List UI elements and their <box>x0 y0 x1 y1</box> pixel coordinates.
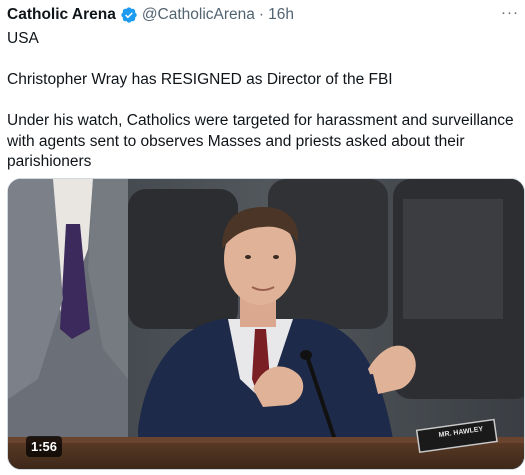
author-handle[interactable]: @CatholicArena <box>142 6 255 24</box>
author-name[interactable]: Catholic Arena <box>7 6 116 24</box>
tweet-text-line: Under his watch, Catholics were targeted… <box>7 112 514 170</box>
more-options-icon[interactable]: ··· <box>499 2 521 22</box>
tweet-text-line: Christopher Wray has RESIGNED as Directo… <box>7 71 393 88</box>
video-player[interactable]: MR. HAWLEY 1:56 <box>7 178 525 470</box>
tweet[interactable]: Catholic Arena @CatholicArena · 16h ··· … <box>0 0 525 475</box>
separator-dot: · <box>258 6 265 23</box>
tweet-header: Catholic Arena @CatholicArena · 16h <box>7 4 525 26</box>
video-duration-badge: 1:56 <box>26 436 63 457</box>
tweet-text: USA Christopher Wray has RESIGNED as Dir… <box>7 29 519 173</box>
verified-badge-icon <box>120 6 138 24</box>
video-thumbnail <box>8 179 524 469</box>
tweet-text-line: USA <box>7 30 39 47</box>
tweet-timestamp[interactable]: 16h <box>268 6 294 24</box>
